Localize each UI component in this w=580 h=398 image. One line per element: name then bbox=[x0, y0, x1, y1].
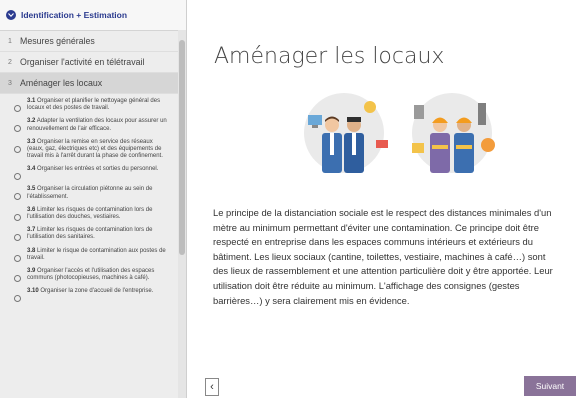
sidebar-item-number: 2 bbox=[8, 58, 12, 66]
chevron-left-icon: ‹ bbox=[210, 381, 214, 393]
subitem-label: 3.7 Limiter les risques de contamination… bbox=[27, 227, 153, 241]
sidebar-item-label: Organiser l'activité en télétravail bbox=[20, 57, 145, 67]
subitem-label: 3.8 Limiter le risque de contamination a… bbox=[27, 247, 166, 261]
sidebar-header[interactable]: Identification + Estimation bbox=[0, 0, 186, 31]
main-content: Aménager les locaux Le principe de la di… bbox=[187, 0, 580, 398]
sidebar-subitem-3-6[interactable]: 3.6 Limiter les risques de contamination… bbox=[0, 207, 186, 221]
sidebar-subitem-3-4[interactable]: 3.4 Organiser les entrées et sorties du … bbox=[0, 166, 186, 181]
circle-icon bbox=[14, 125, 21, 133]
office-workers-illustration bbox=[304, 93, 388, 173]
sidebar-item-mesures-generales[interactable]: 1 Mesures générales bbox=[0, 31, 186, 52]
sidebar-subitem-3-3[interactable]: 3.3 Organiser la remise en service des r… bbox=[0, 139, 186, 161]
circle-icon bbox=[14, 295, 21, 303]
workers-illustration bbox=[304, 93, 495, 173]
sidebar-subitem-3-8[interactable]: 3.8 Limiter le risque de contamination a… bbox=[0, 248, 186, 262]
circle-icon bbox=[14, 173, 21, 181]
subitem-label: 3.10 Organiser la zone d'accueil de l'en… bbox=[27, 288, 154, 295]
circle-icon bbox=[14, 275, 21, 283]
sidebar-item-teletravail[interactable]: 2 Organiser l'activité en télétravail bbox=[0, 52, 186, 73]
subitem-label: 3.4 Organiser les entrées et sorties du … bbox=[27, 166, 159, 173]
sidebar-title: Identification + Estimation bbox=[21, 10, 128, 20]
chevron-down-icon bbox=[6, 10, 16, 20]
sidebar-subitem-3-10[interactable]: 3.10 Organiser la zone d'accueil de l'en… bbox=[0, 288, 186, 303]
subitem-label: 3.1 Organiser et planifier le nettoyage … bbox=[27, 98, 161, 112]
sidebar: Identification + Estimation 1 Mesures gé… bbox=[0, 0, 187, 398]
sidebar-item-number: 1 bbox=[8, 37, 12, 45]
sidebar-subitem-3-7[interactable]: 3.7 Limiter les risques de contamination… bbox=[0, 227, 186, 242]
scrollbar-thumb[interactable] bbox=[179, 40, 185, 255]
circle-icon bbox=[14, 254, 21, 262]
subitem-label: 3.9 Organiser l'accès et l'utilisation d… bbox=[27, 268, 155, 282]
sidebar-item-label: Aménager les locaux bbox=[20, 78, 103, 88]
sidebar-item-amenager-locaux[interactable]: 3 Aménager les locaux bbox=[0, 73, 186, 94]
circle-icon bbox=[14, 105, 21, 112]
industrial-workers-illustration bbox=[412, 93, 495, 173]
page-title: Aménager les locaux bbox=[214, 44, 445, 69]
subitem-label: 3.3 Organiser la remise en service des r… bbox=[27, 138, 163, 160]
sidebar-subitem-3-2[interactable]: 3.2 Adapter la ventilation des locaux po… bbox=[0, 118, 186, 133]
circle-icon bbox=[14, 193, 21, 201]
body-paragraph: Le principe de la distanciation sociale … bbox=[213, 207, 553, 306]
sidebar-item-number: 3 bbox=[8, 79, 12, 87]
sidebar-subitem-3-1[interactable]: 3.1 Organiser et planifier le nettoyage … bbox=[0, 98, 186, 112]
sidebar-subitem-3-9[interactable]: 3.9 Organiser l'accès et l'utilisation d… bbox=[0, 268, 186, 283]
circle-icon bbox=[14, 213, 21, 221]
circle-icon bbox=[14, 234, 21, 242]
sidebar-subitem-3-5[interactable]: 3.5 Organiser la circulation piétonne au… bbox=[0, 186, 186, 201]
subitem-label: 3.5 Organiser la circulation piétonne au… bbox=[27, 186, 153, 200]
previous-button[interactable]: ‹ bbox=[205, 378, 219, 396]
next-button[interactable]: Suivant bbox=[524, 376, 576, 396]
sidebar-item-label: Mesures générales bbox=[20, 36, 95, 46]
sidebar-subitems: 3.1 Organiser et planifier le nettoyage … bbox=[0, 94, 186, 303]
subitem-label: 3.6 Limiter les risques de contamination… bbox=[27, 206, 153, 221]
circle-icon bbox=[14, 145, 21, 153]
sidebar-scrollbar[interactable] bbox=[178, 30, 186, 398]
subitem-label: 3.2 Adapter la ventilation des locaux po… bbox=[27, 118, 167, 132]
